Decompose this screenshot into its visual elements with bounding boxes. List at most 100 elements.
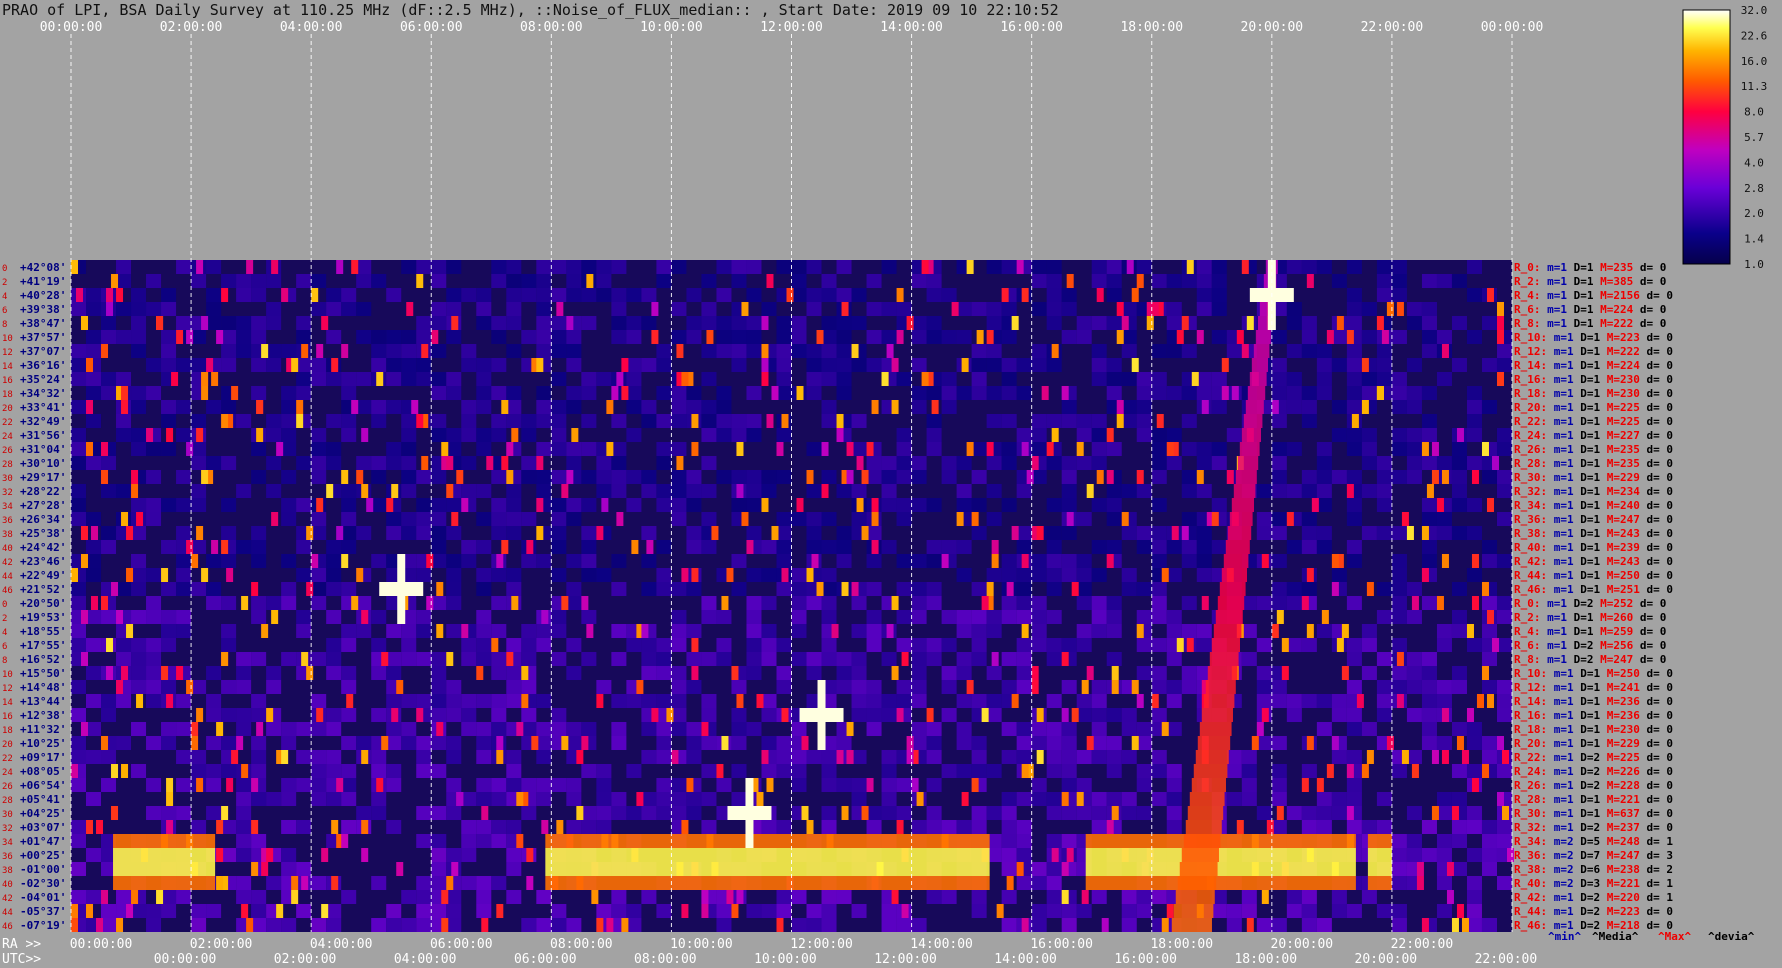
heatmap-cell [281, 722, 297, 736]
heatmap-cell [866, 624, 882, 638]
heatmap-cell [1286, 260, 1302, 274]
heatmap-cell [326, 764, 342, 778]
heatmap-cell [161, 890, 177, 904]
heatmap-cell [1451, 484, 1467, 498]
heatmap-speckle [1116, 330, 1124, 344]
heatmap-cell [116, 302, 132, 316]
heatmap-cell [836, 344, 852, 358]
heatmap-speckle [201, 568, 209, 582]
heatmap-speckle [536, 358, 544, 372]
heatmap-speckle [86, 442, 94, 456]
heatmap-cell [131, 638, 147, 652]
heatmap-cell [1391, 372, 1407, 386]
heatmap-cell [941, 680, 957, 694]
heatmap-cell [176, 358, 192, 372]
heatmap-cell [551, 330, 567, 344]
heatmap-cell [341, 512, 357, 526]
heatmap-cell [1211, 540, 1227, 554]
heatmap-cell [566, 330, 582, 344]
heatmap-speckle [1301, 778, 1309, 792]
utc-tick: 02:00:00 [274, 952, 337, 967]
heatmap-cell [1256, 680, 1272, 694]
heatmap-speckle [216, 848, 224, 862]
galactic-band [113, 876, 216, 890]
heatmap-cell [446, 694, 462, 708]
heatmap-cell [986, 666, 1002, 680]
heatmap-cell [491, 834, 507, 848]
ra-tick: 00:00:00 [70, 937, 133, 952]
beam-index: 18 [2, 726, 13, 736]
heatmap-cell [1001, 302, 1017, 316]
heatmap-speckle [1366, 582, 1374, 596]
heatmap-speckle [1186, 638, 1194, 652]
heatmap-cell [626, 386, 642, 400]
beam-stat-row: R_16: m=1 D=1 M=236 d= 0 [1514, 709, 1673, 722]
heatmap-cell [701, 274, 717, 288]
ra-axis-label: RA >> [2, 937, 41, 952]
heatmap-speckle [226, 568, 234, 582]
heatmap-cell [491, 316, 507, 330]
heatmap-cell [1421, 414, 1437, 428]
heatmap-cell [146, 596, 162, 610]
heatmap-cell [821, 890, 837, 904]
beam-index: 28 [2, 460, 13, 470]
heatmap-speckle [1121, 316, 1129, 330]
heatmap-cell [1016, 848, 1032, 862]
heatmap-cell [221, 358, 237, 372]
heatmap-cell [416, 260, 432, 274]
heatmap-speckle [1066, 274, 1074, 288]
heatmap-cell [746, 470, 762, 484]
heatmap-speckle [451, 512, 459, 526]
heatmap-cell [581, 414, 597, 428]
heatmap-speckle [866, 442, 874, 456]
heatmap-cell [1286, 540, 1302, 554]
heatmap-cell [956, 764, 972, 778]
heatmap-cell [326, 638, 342, 652]
heatmap-cell [1361, 890, 1377, 904]
heatmap-speckle [731, 666, 739, 680]
heatmap-cell [281, 862, 297, 876]
heatmap-cell [806, 596, 822, 610]
heatmap-cell [476, 358, 492, 372]
heatmap-speckle [766, 414, 774, 428]
galactic-band [1367, 848, 1392, 862]
heatmap-cell [1061, 568, 1077, 582]
heatmap-cell [1406, 456, 1422, 470]
heatmap-speckle [1101, 918, 1109, 932]
declination-label: +11°32' [20, 723, 66, 736]
heatmap-cell [506, 526, 522, 540]
heatmap-cell [116, 694, 132, 708]
heatmap-cell [1301, 540, 1317, 554]
heatmap-cell [1166, 316, 1182, 330]
heatmap-cell [971, 806, 987, 820]
ra-tick: 20:00:00 [1271, 937, 1334, 952]
heatmap-cell [1301, 806, 1317, 820]
heatmap-cell [416, 316, 432, 330]
heatmap-cell [1151, 750, 1167, 764]
heatmap-cell [191, 764, 207, 778]
heatmap-cell [1016, 820, 1032, 834]
heatmap-cell [1121, 792, 1137, 806]
heatmap-cell [761, 302, 777, 316]
heatmap-cell [1271, 918, 1287, 932]
heatmap-cell [1046, 540, 1062, 554]
heatmap-cell [641, 358, 657, 372]
heatmap-cell [476, 484, 492, 498]
heatmap-cell [431, 540, 447, 554]
heatmap-speckle [1136, 470, 1144, 484]
heatmap-speckle [461, 498, 469, 512]
heatmap-cell [746, 260, 762, 274]
heatmap-cell [476, 652, 492, 666]
heatmap-cell [1481, 554, 1497, 568]
heatmap-speckle [961, 358, 969, 372]
heatmap-cell [881, 652, 897, 666]
heatmap-cell [1106, 316, 1122, 330]
heatmap-cell [386, 526, 402, 540]
heatmap-cell [581, 260, 597, 274]
heatmap-cell [476, 540, 492, 554]
heatmap-cell [341, 764, 357, 778]
heatmap-cell [401, 512, 417, 526]
heatmap-cell [1106, 358, 1122, 372]
declination-label: +36°16' [20, 359, 66, 372]
heatmap-cell [1436, 694, 1452, 708]
